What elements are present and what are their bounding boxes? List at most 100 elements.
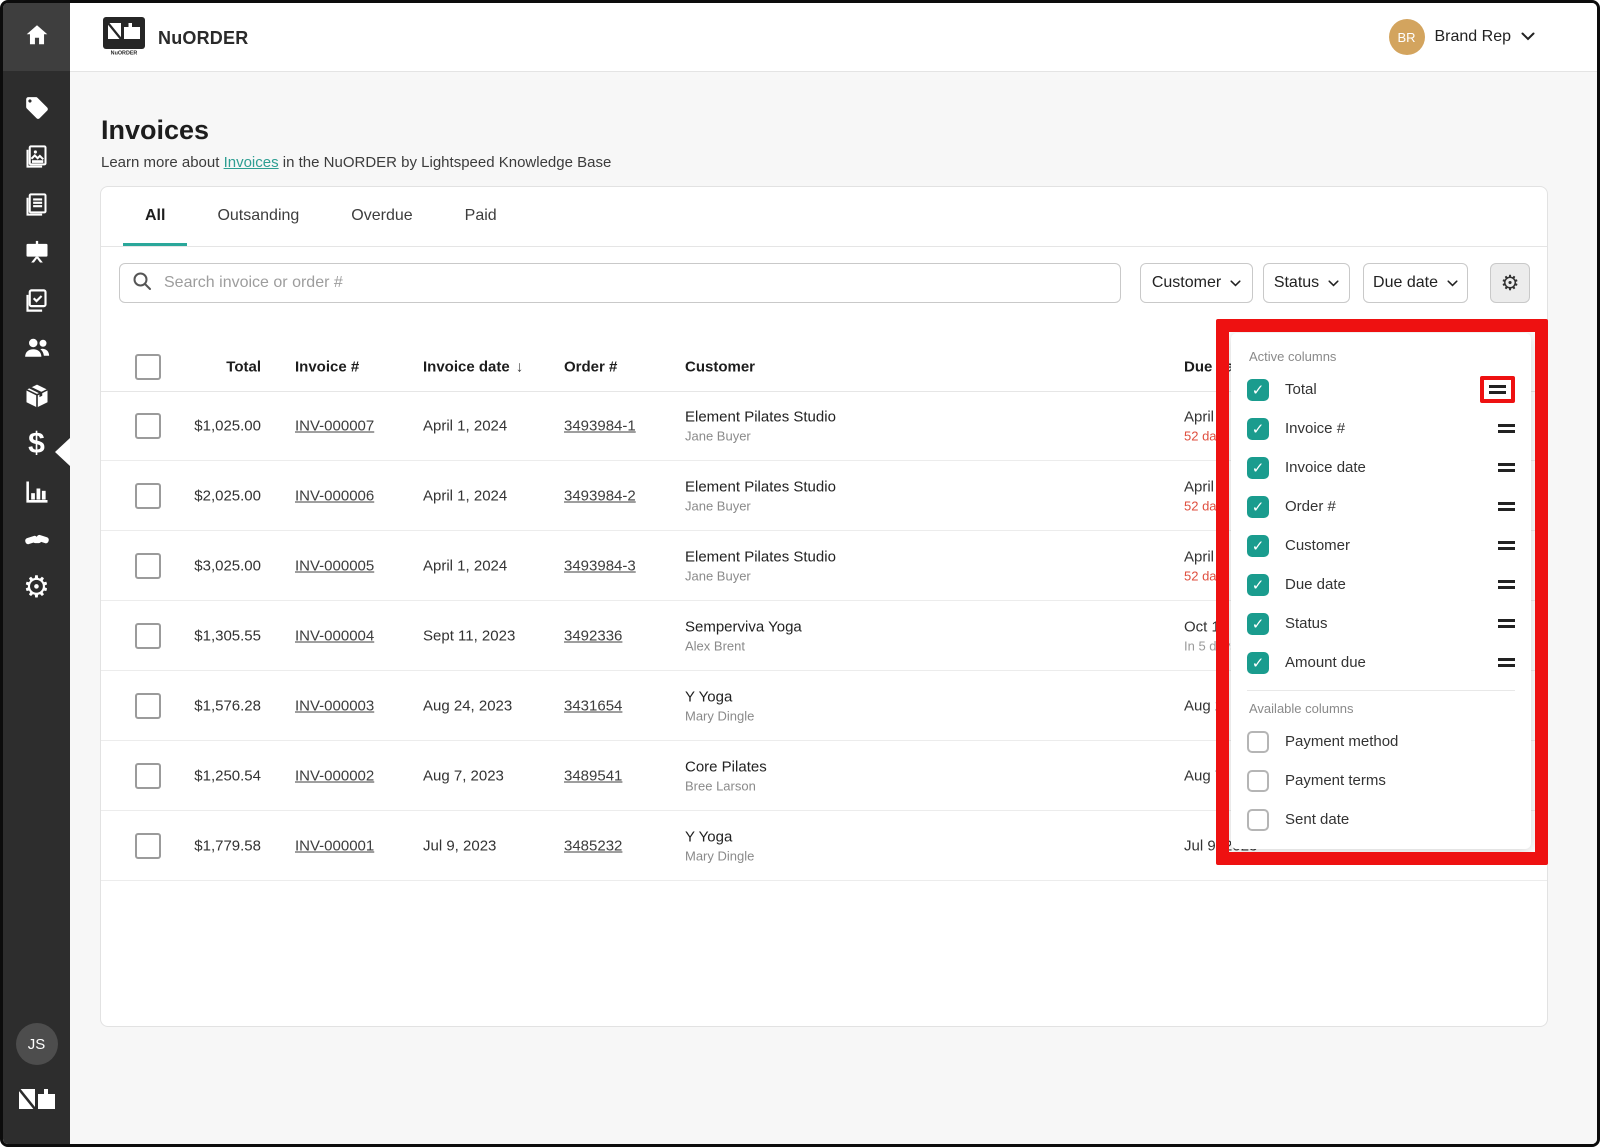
sidebar-item-customers[interactable]: [3, 324, 70, 372]
column-toggle-order[interactable]: Order #: [1247, 487, 1515, 526]
invoice-link[interactable]: INV-000003: [295, 697, 374, 714]
drag-handle-icon[interactable]: [1498, 580, 1515, 589]
column-settings-button[interactable]: ⚙: [1490, 263, 1530, 303]
sidebar-item-orders[interactable]: [3, 276, 70, 324]
column-toggle-payment-method[interactable]: Payment method: [1247, 722, 1515, 761]
column-label: Invoice #: [1285, 420, 1345, 437]
invoice-link[interactable]: INV-000005: [295, 557, 374, 574]
drag-handle-icon[interactable]: [1498, 463, 1515, 472]
cell-invoice-date: Aug 24, 2023: [423, 697, 512, 714]
order-link[interactable]: 3493984-1: [564, 417, 636, 434]
due-date-filter-button[interactable]: Due date: [1363, 263, 1468, 303]
order-link[interactable]: 3431654: [564, 697, 622, 714]
column-label: Payment terms: [1285, 772, 1386, 789]
order-link[interactable]: 3493984-2: [564, 487, 636, 504]
column-toggle-total[interactable]: Total: [1247, 370, 1515, 409]
cell-invoice-date: April 1, 2024: [423, 417, 507, 434]
drag-handle-icon[interactable]: [1498, 424, 1515, 433]
user-avatar-br: BR: [1389, 19, 1425, 55]
drag-handle-icon[interactable]: [1498, 502, 1515, 511]
column-toggle-status[interactable]: Status: [1247, 604, 1515, 643]
customer-filter-button[interactable]: Customer: [1140, 263, 1253, 303]
order-link[interactable]: 3493984-3: [564, 557, 636, 574]
sidebar-item-shipments[interactable]: [3, 372, 70, 420]
linesheet-icon: [23, 191, 50, 218]
drag-handle-icon[interactable]: [1498, 541, 1515, 550]
invoice-link[interactable]: INV-000001: [295, 837, 374, 854]
checked-checkbox-icon[interactable]: [1247, 613, 1269, 635]
column-toggle-sent-date[interactable]: Sent date: [1247, 800, 1515, 839]
cell-customer: Y YogaMary Dingle: [685, 828, 754, 863]
invoice-link[interactable]: INV-000002: [295, 767, 374, 784]
customer-filter-label: Customer: [1152, 274, 1221, 292]
tab-outstanding[interactable]: Outsanding: [195, 187, 321, 246]
tag-icon: [24, 95, 50, 121]
drag-handle-icon[interactable]: [1489, 385, 1506, 394]
cell-customer: Element Pilates StudioJane Buyer: [685, 478, 836, 513]
tab-overdue[interactable]: Overdue: [329, 187, 434, 246]
sidebar-item-settings[interactable]: ⚙: [3, 564, 70, 612]
sidebar-item-presentations[interactable]: [3, 228, 70, 276]
customer-name: Element Pilates Studio: [685, 548, 836, 565]
sidebar-item-partners[interactable]: [3, 516, 70, 564]
unchecked-checkbox-icon[interactable]: [1247, 731, 1269, 753]
due-date-filter-label: Due date: [1373, 274, 1438, 292]
cell-customer: Element Pilates StudioJane Buyer: [685, 408, 836, 443]
sidebar-item-catalogs[interactable]: [3, 132, 70, 180]
customer-contact: Alex Brent: [685, 638, 802, 653]
header-total[interactable]: Total: [141, 359, 261, 376]
checked-checkbox-icon[interactable]: [1247, 535, 1269, 557]
invoice-link[interactable]: INV-000004: [295, 627, 374, 644]
drag-handle-icon[interactable]: [1498, 619, 1515, 628]
checked-checkbox-icon[interactable]: [1247, 652, 1269, 674]
order-link[interactable]: 3485232: [564, 837, 622, 854]
column-toggle-payment-terms[interactable]: Payment terms: [1247, 761, 1515, 800]
checked-checkbox-icon[interactable]: [1247, 418, 1269, 440]
checked-checkbox-icon[interactable]: [1247, 457, 1269, 479]
status-filter-button[interactable]: Status: [1263, 263, 1350, 303]
cell-total: $1,025.00: [141, 417, 261, 434]
chevron-down-icon: [1328, 280, 1339, 287]
active-columns-title: Active columns: [1249, 349, 1515, 364]
chevron-down-icon: [1521, 28, 1535, 46]
sidebar-item-home[interactable]: [3, 3, 70, 71]
column-label: Invoice date: [1285, 459, 1366, 476]
checked-checkbox-icon[interactable]: [1247, 574, 1269, 596]
customer-name: Y Yoga: [685, 688, 754, 705]
invoice-link[interactable]: INV-000006: [295, 487, 374, 504]
page-subtitle: Learn more about Invoices in the NuORDER…: [101, 154, 611, 171]
invoice-link[interactable]: INV-000007: [295, 417, 374, 434]
tab-paid[interactable]: Paid: [443, 187, 519, 246]
column-toggle-amount-due[interactable]: Amount due: [1247, 643, 1515, 682]
tab-all[interactable]: All: [123, 187, 187, 246]
user-menu[interactable]: BR Brand Rep: [1389, 19, 1536, 55]
header-order[interactable]: Order #: [564, 359, 617, 376]
column-toggle-customer[interactable]: Customer: [1247, 526, 1515, 565]
checked-checkbox-icon[interactable]: [1247, 379, 1269, 401]
gear-icon: ⚙: [1501, 271, 1520, 296]
header-invoice-date[interactable]: Invoice date↓: [423, 359, 523, 376]
drag-handle-icon[interactable]: [1498, 658, 1515, 667]
knowledge-base-link[interactable]: Invoices: [224, 154, 279, 171]
column-toggle-invoice[interactable]: Invoice #: [1247, 409, 1515, 448]
user-avatar-js[interactable]: JS: [16, 1023, 58, 1065]
search-input[interactable]: [162, 273, 1108, 293]
sidebar-item-reports[interactable]: [3, 468, 70, 516]
brand-logo[interactable]: NuORDER NuORDER: [103, 17, 248, 60]
column-toggle-invoice-date[interactable]: Invoice date: [1247, 448, 1515, 487]
brand-name: NuORDER: [158, 28, 248, 49]
unchecked-checkbox-icon[interactable]: [1247, 809, 1269, 831]
cell-due-date: Aug 7: [1184, 767, 1223, 784]
customer-name: Semperviva Yoga: [685, 618, 802, 635]
header-customer[interactable]: Customer: [685, 359, 755, 376]
order-link[interactable]: 3489541: [564, 767, 622, 784]
header-invoice[interactable]: Invoice #: [295, 359, 359, 376]
status-filter-label: Status: [1274, 274, 1319, 292]
column-toggle-due-date[interactable]: Due date: [1247, 565, 1515, 604]
order-link[interactable]: 3492336: [564, 627, 622, 644]
sidebar-item-linesheets[interactable]: [3, 180, 70, 228]
sidebar-item-products[interactable]: [3, 84, 70, 132]
checked-checkbox-icon[interactable]: [1247, 496, 1269, 518]
column-label: Customer: [1285, 537, 1350, 554]
unchecked-checkbox-icon[interactable]: [1247, 770, 1269, 792]
